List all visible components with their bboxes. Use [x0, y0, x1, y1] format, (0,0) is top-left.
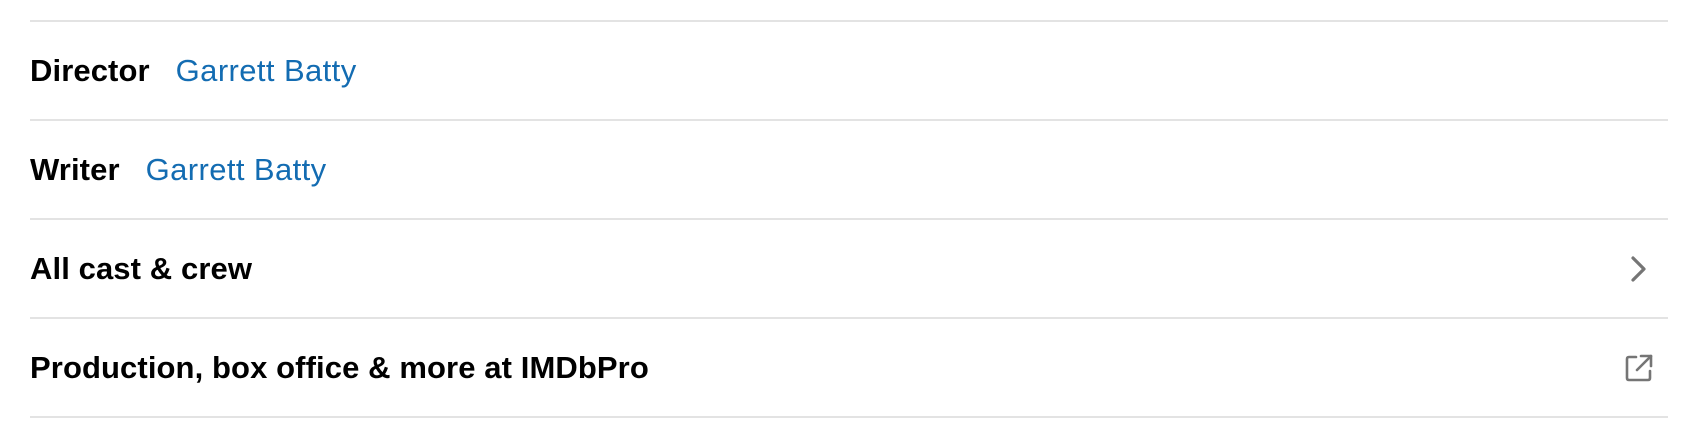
all-cast-crew-link[interactable]: All cast & crew: [30, 218, 1668, 317]
writer-label: Writer: [30, 151, 120, 187]
all-cast-crew-label: All cast & crew: [30, 250, 253, 286]
director-name-link[interactable]: Garrett Batty: [176, 53, 357, 89]
director-row: Director Garrett Batty: [30, 20, 1668, 119]
writer-row: Writer Garrett Batty: [30, 119, 1668, 218]
imdbpro-link[interactable]: Production, box office & more at IMDbPro: [30, 317, 1668, 418]
credits-section: Director Garrett Batty Writer Garrett Ba…: [30, 20, 1668, 418]
chevron-right-icon: [1622, 252, 1656, 286]
external-link-icon: [1622, 351, 1656, 385]
writer-name-link[interactable]: Garrett Batty: [146, 152, 327, 188]
imdbpro-label: Production, box office & more at IMDbPro: [30, 349, 649, 385]
director-label: Director: [30, 52, 150, 88]
